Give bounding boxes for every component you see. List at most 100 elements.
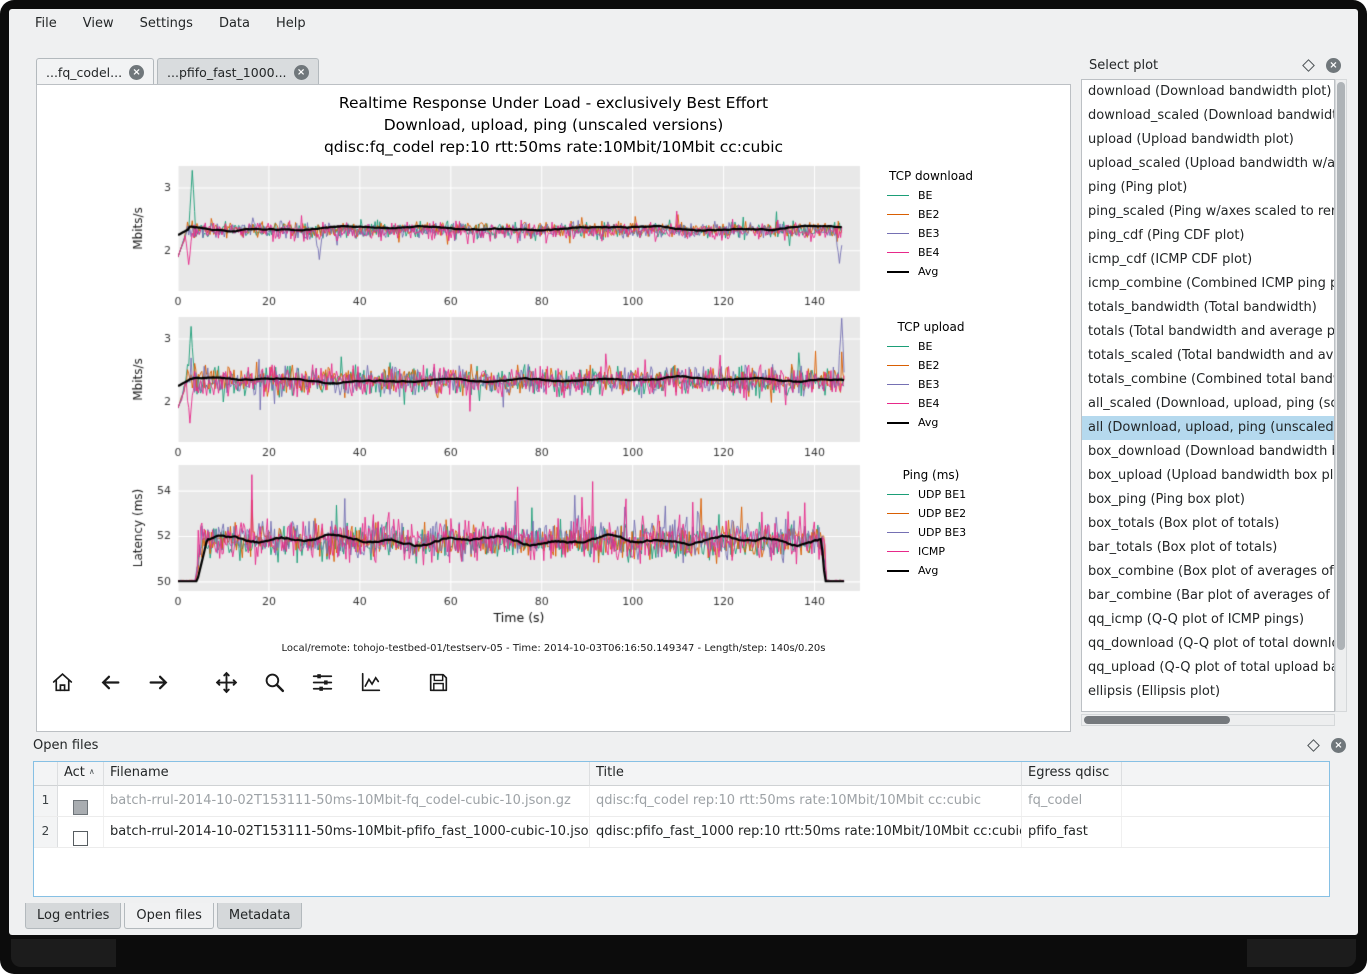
menu-data[interactable]: Data [217,16,252,31]
table-row[interactable]: 1batch-rrul-2014-10-02T153111-50ms-10Mbi… [34,786,1329,817]
legend-entry-be4: BE4 [863,243,1033,262]
plot-list-item[interactable]: qq_download (Q-Q plot of total download … [1082,632,1334,656]
legend-entry-avg: Avg [863,561,1033,580]
legend-label: BE2 [918,359,940,372]
act-checkbox[interactable] [73,831,88,846]
document-tab-2[interactable]: ...pfifo_fast_1000... × [157,58,318,85]
legend-swatch [887,422,909,424]
scrollbar-thumb[interactable] [1337,82,1345,650]
tcp-upload-chart[interactable] [123,313,863,460]
menu-view[interactable]: View [81,16,116,31]
plot-list-item[interactable]: bar_combine (Bar plot of averages of sev… [1082,584,1334,608]
menu-file[interactable]: File [33,16,59,31]
customize-tool-button[interactable] [355,666,385,698]
plot-list-item[interactable]: totals_combine (Combined total bandwidth… [1082,368,1334,392]
pan-icon [214,670,239,695]
legend-title: TCP upload [869,320,993,334]
dock-close-icon[interactable]: × [1331,738,1346,753]
column-header-filler [1122,762,1329,786]
plot-list-item[interactable]: upload_scaled (Upload bandwidth w/axes s… [1082,152,1334,176]
forward-tool-button[interactable] [143,666,173,698]
menu-help[interactable]: Help [274,16,308,31]
document-tab-bar: ...fq_codel...× ...pfifo_fast_1000... × [36,58,322,85]
plot-list-item[interactable]: all (Download, upload, ping (unscaled ve… [1082,416,1334,440]
plot-list-item[interactable]: bar_totals (Box plot of totals) [1082,536,1334,560]
plot-list-item[interactable]: download (Download bandwidth plot) [1082,80,1334,104]
save-icon [426,670,451,695]
plot-list-horizontal-scrollbar[interactable] [1081,714,1335,726]
plot-list-item[interactable]: ping_cdf (Ping CDF plot) [1082,224,1334,248]
select-plot-titlebar: Select plot × [1081,53,1347,77]
tcp-download-chart[interactable] [123,162,863,309]
legend-label: BE3 [918,378,940,391]
plot-panel: Realtime Response Under Load - exclusive… [36,84,1071,732]
plot-list-item[interactable]: totals_scaled (Total bandwidth and avera… [1082,344,1334,368]
plot-list-item[interactable]: ping (Ping plot) [1082,176,1334,200]
plot-list-item[interactable]: icmp_combine (Combined ICMP ping plot) [1082,272,1334,296]
plot-list-item[interactable]: qq_upload (Q-Q plot of total upload band… [1082,656,1334,680]
bottom-tab-log-entries[interactable]: Log entries [25,903,121,929]
plot-list-item[interactable]: box_upload (Upload bandwidth box plot) [1082,464,1334,488]
plot-list-item[interactable]: ellipsis (Ellipsis plot) [1082,680,1334,704]
dock-float-icon[interactable] [1307,739,1320,752]
tab-label: ...pfifo_fast_1000... [167,65,286,80]
plot-list-item[interactable]: box_download (Download bandwidth box plo… [1082,440,1334,464]
column-header-filename[interactable]: Filename [104,762,590,786]
figure-title-line-3: qdisc:fq_codel rep:10 rtt:50ms rate:10Mb… [37,136,1070,158]
bottom-tab-open-files[interactable]: Open files [124,903,213,929]
pan-tool-button[interactable] [211,666,241,698]
back-tool-button[interactable] [95,666,125,698]
legend-swatch [887,384,909,385]
tab-close-icon[interactable]: × [294,65,309,80]
zoom-tool-button[interactable] [259,666,289,698]
legend-swatch [887,365,909,366]
legend-label: Avg [918,265,938,278]
table-row[interactable]: 2batch-rrul-2014-10-02T153111-50ms-10Mbi… [34,817,1329,848]
save-tool-button[interactable] [423,666,453,698]
legend-swatch [887,570,909,572]
plot-list-item[interactable]: upload (Upload bandwidth plot) [1082,128,1334,152]
legend-entry-icmp: ICMP [863,542,1033,561]
plot-list-item[interactable]: qq_icmp (Q-Q plot of ICMP pings) [1082,608,1334,632]
row-number: 2 [34,817,58,847]
legend-entry-be3: BE3 [863,375,1033,394]
act-cell [58,786,104,816]
bottom-tab-metadata[interactable]: Metadata [217,903,303,929]
dock-float-icon[interactable] [1302,59,1315,72]
plot-list-item[interactable]: box_totals (Box plot of totals) [1082,512,1334,536]
column-header-act[interactable]: Act∧ [58,762,104,786]
figure-title: Realtime Response Under Load - exclusive… [37,92,1070,158]
table-corner [34,762,58,786]
plot-list-item[interactable]: box_combine (Box plot of averages of sev… [1082,560,1334,584]
egress-qdisc-cell: fq_codel [1022,786,1122,816]
ping-chart[interactable] [123,461,863,627]
column-header-title[interactable]: Title [590,762,1022,786]
menu-settings[interactable]: Settings [138,16,195,31]
back-icon [98,670,123,695]
filler-cell [1122,817,1329,847]
column-header-egress-qdisc[interactable]: Egress qdisc [1022,762,1122,786]
select-plot-dock: Select plot × download (Download bandwid… [1081,53,1347,738]
plot-list-item[interactable]: download_scaled (Download bandwidth w/ax… [1082,104,1334,128]
subplots-tool-button[interactable] [307,666,337,698]
plot-list-item[interactable]: totals (Total bandwidth and average ping… [1082,320,1334,344]
act-cell [58,817,104,847]
plot-type-list: download (Download bandwidth plot)downlo… [1081,79,1335,712]
document-tab-1[interactable]: ...fq_codel...× [36,58,154,85]
scrollbar-thumb[interactable] [1084,716,1230,724]
plot-list-vertical-scrollbar[interactable] [1335,79,1347,712]
plot-list-item[interactable]: box_ping (Ping box plot) [1082,488,1334,512]
ping-legend: Ping (ms)UDP BE1UDP BE2UDP BE3ICMPAvg [863,468,1033,580]
legend-label: ICMP [918,545,945,558]
figure-title-line-1: Realtime Response Under Load - exclusive… [37,92,1070,114]
plot-list-item[interactable]: ping_scaled (Ping w/axes scaled to remov… [1082,200,1334,224]
tab-close-icon[interactable]: × [129,65,144,80]
home-tool-button[interactable] [47,666,77,698]
open-files-table: Act∧FilenameTitleEgress qdisc 1batch-rru… [33,761,1330,897]
plot-list-item[interactable]: icmp_cdf (ICMP CDF plot) [1082,248,1334,272]
act-checkbox[interactable] [73,800,88,815]
dock-close-icon[interactable]: × [1326,58,1341,73]
plot-list-item[interactable]: totals_bandwidth (Total bandwidth) [1082,296,1334,320]
select-plot-title: Select plot [1089,58,1304,73]
plot-list-item[interactable]: all_scaled (Download, upload, ping (scal… [1082,392,1334,416]
